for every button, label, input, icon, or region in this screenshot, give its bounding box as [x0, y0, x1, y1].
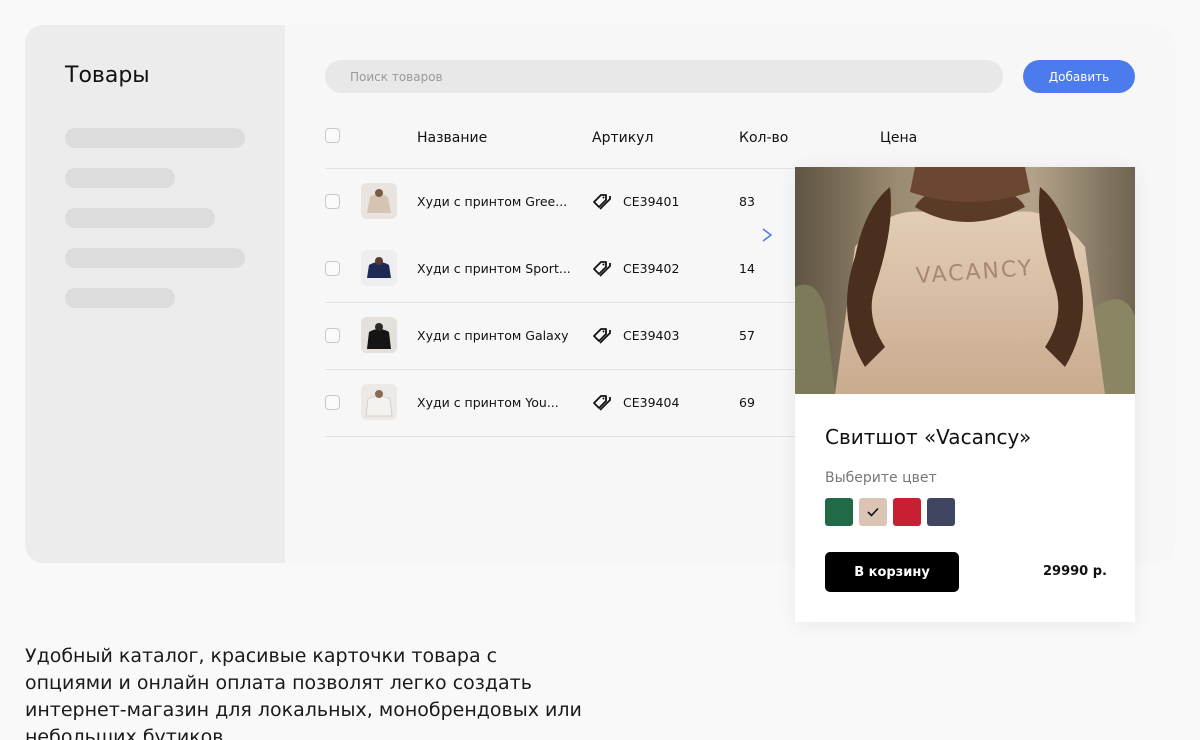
color-swatch-beige[interactable] — [859, 498, 887, 526]
sidebar-placeholder-item — [65, 168, 175, 188]
table-divider — [325, 302, 795, 303]
product-qty: 57 — [739, 328, 755, 343]
product-qty: 14 — [739, 261, 755, 276]
product-sku: CE39404 — [623, 395, 680, 410]
add-to-cart-button[interactable]: В корзину — [825, 552, 959, 592]
search-bar[interactable] — [325, 60, 1003, 93]
search-input[interactable] — [325, 60, 1003, 93]
sidebar: Товары — [25, 25, 285, 563]
column-header-name: Название — [417, 130, 488, 146]
sidebar-placeholder-item — [65, 208, 215, 228]
color-swatch-red[interactable] — [893, 498, 921, 526]
product-thumbnail — [361, 250, 397, 286]
row-checkbox[interactable] — [325, 328, 340, 343]
product-name: Худи с принтом Gree... — [417, 194, 568, 209]
product-photo: VACANCY — [795, 167, 1135, 394]
product-title: Свитшот «Vacancy» — [825, 425, 1032, 449]
color-swatch-navy[interactable] — [927, 498, 955, 526]
product-name: Худи с принтом Sport... — [417, 261, 571, 276]
product-qty: 69 — [739, 395, 755, 410]
color-label: Выберите цвет — [825, 470, 937, 486]
sidebar-placeholder-item — [65, 248, 245, 268]
tag-icon — [593, 261, 611, 277]
table-divider — [325, 168, 795, 169]
tag-icon — [593, 328, 611, 344]
add-product-button[interactable]: Добавить — [1023, 60, 1135, 93]
description-text: Удобный каталог, красивые карточки товар… — [25, 645, 582, 740]
product-thumbnail — [361, 384, 397, 420]
product-qty: 83 — [739, 194, 755, 209]
sidebar-title: Товары — [65, 63, 150, 88]
product-price: 29990 р. — [1043, 564, 1107, 579]
product-sku: CE39403 — [623, 328, 680, 343]
row-checkbox[interactable] — [325, 194, 340, 209]
row-checkbox[interactable] — [325, 395, 340, 410]
row-checkbox[interactable] — [325, 261, 340, 276]
sidebar-placeholder-item — [65, 128, 245, 148]
arrow-right-icon — [325, 228, 773, 242]
tag-icon — [593, 194, 611, 210]
product-thumbnail — [361, 317, 397, 353]
tag-icon — [593, 395, 611, 411]
color-swatch-green[interactable] — [825, 498, 853, 526]
product-card: VACANCY Свитшот «Vacancy» Выберите цвет … — [795, 167, 1135, 622]
table-divider — [325, 436, 795, 437]
check-icon — [867, 507, 879, 517]
column-header-sku: Артикул — [592, 130, 654, 146]
select-all-checkbox[interactable] — [325, 128, 340, 143]
product-sku: CE39402 — [623, 261, 680, 276]
table-divider — [325, 369, 795, 370]
sidebar-placeholder-item — [65, 288, 175, 308]
product-name: Худи с принтом Galaxy — [417, 328, 569, 343]
column-header-price: Цена — [880, 130, 918, 146]
column-header-qty: Кол-во — [739, 130, 789, 146]
product-thumbnail — [361, 183, 397, 219]
product-sku: CE39401 — [623, 194, 680, 209]
product-name: Худи с принтом You... — [417, 395, 559, 410]
